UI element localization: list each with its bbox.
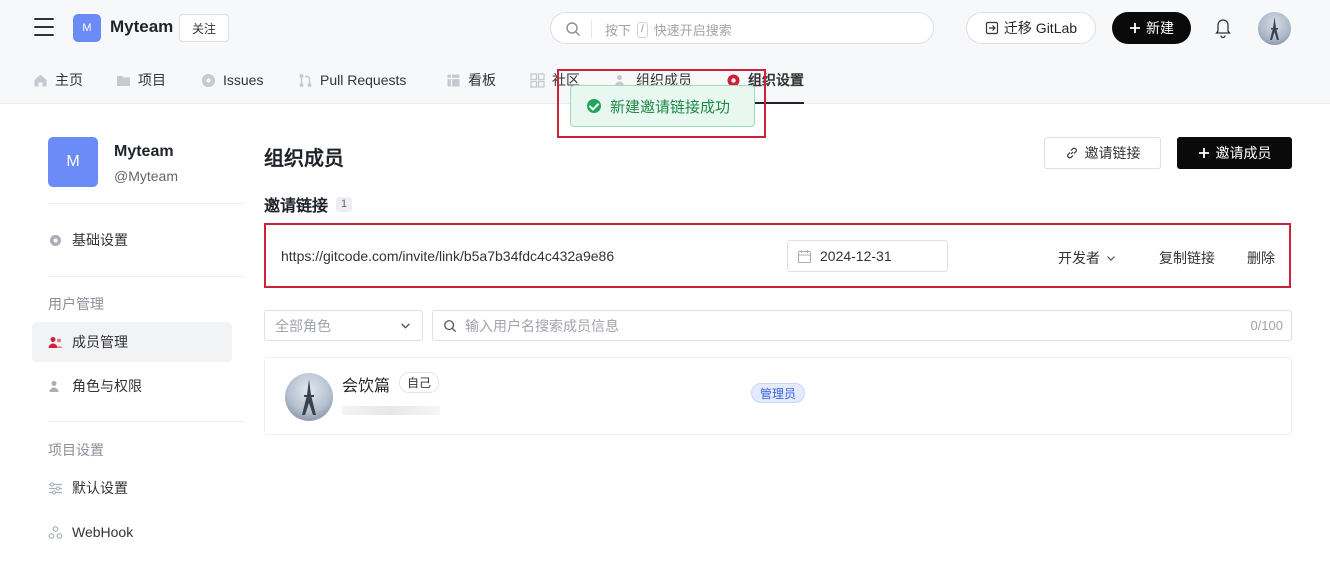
delete-link-button[interactable]: 删除 <box>1247 248 1275 268</box>
follow-button[interactable]: 关注 <box>179 14 229 42</box>
sidebar-item-roles-label: 角色与权限 <box>72 378 142 394</box>
invite-member-button-label: 邀请成员 <box>1215 145 1272 161</box>
home-icon <box>34 74 47 86</box>
invite-link-url[interactable]: https://gitcode.com/invite/link/b5a7b34f… <box>281 248 614 264</box>
search-icon <box>566 22 580 36</box>
chevron-down-icon <box>1107 256 1115 261</box>
sidebar-divider <box>48 203 244 204</box>
plus-icon <box>1198 148 1209 158</box>
check-circle-icon <box>587 99 601 113</box>
tab-pull-requests[interactable]: Pull Requests <box>298 56 406 104</box>
global-search[interactable]: 按下 / 快速开启搜索 <box>550 12 934 44</box>
sidebar-group-project: 项目设置 <box>48 442 104 458</box>
search-hint: 按下 / 快速开启搜索 <box>605 20 732 39</box>
migrate-gitlab-button[interactable]: 迁移 GitLab <box>966 12 1096 44</box>
member-row: 会饮篇 自己 管理员 <box>264 357 1292 435</box>
member-handle-blurred <box>342 406 440 415</box>
member-name[interactable]: 会饮篇 <box>342 372 390 396</box>
sidebar-item-webhook[interactable]: WebHook <box>32 512 232 552</box>
invite-links-section-title: 邀请链接 1 <box>264 192 353 216</box>
sidebar-divider <box>48 276 244 277</box>
eiffel-tower-icon <box>302 379 316 415</box>
invite-link-count-badge: 1 <box>336 196 353 212</box>
import-icon <box>985 21 999 35</box>
search-divider <box>591 20 592 38</box>
tab-board[interactable]: 看板 <box>446 56 496 104</box>
user-shield-icon <box>49 380 59 392</box>
search-char-counter: 0/100 <box>1250 318 1283 333</box>
new-button[interactable]: 新建 <box>1112 12 1191 44</box>
sidebar-item-roles[interactable]: 角色与权限 <box>32 366 232 406</box>
role-filter-value: 全部角色 <box>275 317 331 334</box>
section-title-label: 邀请链接 <box>264 198 329 215</box>
new-label: 新建 <box>1146 20 1174 36</box>
toast-highlight-box: 新建邀请链接成功 <box>557 69 766 138</box>
sidebar-org-handle: @Myteam <box>114 168 178 184</box>
org-name[interactable]: Myteam <box>110 17 173 37</box>
members-icon <box>48 336 63 348</box>
bell-icon[interactable] <box>1213 16 1233 38</box>
sidebar-item-default-settings[interactable]: 默认设置 <box>32 468 232 508</box>
role-filter-select[interactable]: 全部角色 <box>264 310 423 341</box>
calendar-icon <box>797 249 812 263</box>
plus-icon <box>1130 23 1140 33</box>
role-badge-admin: 管理员 <box>751 383 806 403</box>
tab-projects[interactable]: 项目 <box>116 56 166 104</box>
self-badge: 自己 <box>399 372 440 393</box>
invite-link-row: https://gitcode.com/invite/link/b5a7b34f… <box>264 223 1291 288</box>
folder-icon <box>117 75 130 86</box>
tab-issues-label: Issues <box>223 72 264 88</box>
invite-link-button-label: 邀请链接 <box>1084 145 1141 161</box>
sidebar-item-member-mgmt-label: 成员管理 <box>72 334 128 350</box>
sidebar-item-webhook-label: WebHook <box>72 524 134 540</box>
tab-projects-label: 项目 <box>138 72 166 88</box>
toast-message: 新建邀请链接成功 <box>610 98 731 116</box>
menu-icon[interactable] <box>34 18 54 36</box>
expiry-date-value: 2024-12-31 <box>820 248 892 264</box>
sidebar-org-avatar: M <box>48 137 98 187</box>
copy-link-button[interactable]: 复制链接 <box>1159 248 1215 268</box>
sidebar-item-basic-settings[interactable]: 基础设置 <box>32 220 232 260</box>
eiffel-tower-icon <box>1270 17 1279 40</box>
expiry-date-picker[interactable]: 2024-12-31 <box>787 240 948 272</box>
member-search-input[interactable] <box>465 316 1225 336</box>
top-header: M Myteam 关注 按下 / 快速开启搜索 迁移 GitLab 新建 <box>0 0 1330 56</box>
sliders-icon <box>49 481 62 495</box>
org-avatar[interactable]: M <box>73 14 101 42</box>
webhook-icon <box>48 525 63 539</box>
sidebar-item-basic-settings-label: 基础设置 <box>72 232 128 248</box>
sidebar-divider <box>48 421 244 422</box>
page-title: 组织成员 <box>264 148 344 170</box>
tab-board-label: 看板 <box>468 72 496 88</box>
member-avatar[interactable] <box>285 373 333 421</box>
invite-role-dropdown[interactable]: 开发者 <box>1058 248 1116 268</box>
search-shortcut-key: / <box>637 21 648 38</box>
grid-icon <box>530 72 545 88</box>
invite-member-button[interactable]: 邀请成员 <box>1177 137 1292 169</box>
board-icon <box>447 74 460 86</box>
migrate-gitlab-label: 迁移 GitLab <box>1003 20 1078 36</box>
invite-role-value: 开发者 <box>1058 250 1100 266</box>
sidebar-item-member-mgmt[interactable]: 成员管理 <box>32 322 232 362</box>
success-toast: 新建邀请链接成功 <box>570 85 755 127</box>
search-hint-suffix: 快速开启搜索 <box>653 23 732 38</box>
search-hint-prefix: 按下 <box>605 23 632 38</box>
chevron-down-icon <box>401 323 410 329</box>
pull-request-icon <box>299 73 312 87</box>
sidebar-org-name: Myteam <box>114 143 174 160</box>
issue-icon <box>202 73 215 87</box>
tab-issues[interactable]: Issues <box>201 56 263 104</box>
sidebar-group-user-mgmt: 用户管理 <box>48 296 104 312</box>
tab-home[interactable]: 主页 <box>33 56 83 104</box>
sidebar-item-default-settings-label: 默认设置 <box>72 480 128 496</box>
user-avatar[interactable] <box>1258 12 1291 45</box>
link-icon <box>1066 147 1077 159</box>
invite-link-button[interactable]: 邀请链接 <box>1044 137 1161 169</box>
tab-home-label: 主页 <box>55 72 83 88</box>
member-search-box: 0/100 <box>432 310 1292 341</box>
gear-icon <box>50 234 61 246</box>
tab-pull-requests-label: Pull Requests <box>320 72 407 88</box>
search-icon <box>444 320 457 333</box>
